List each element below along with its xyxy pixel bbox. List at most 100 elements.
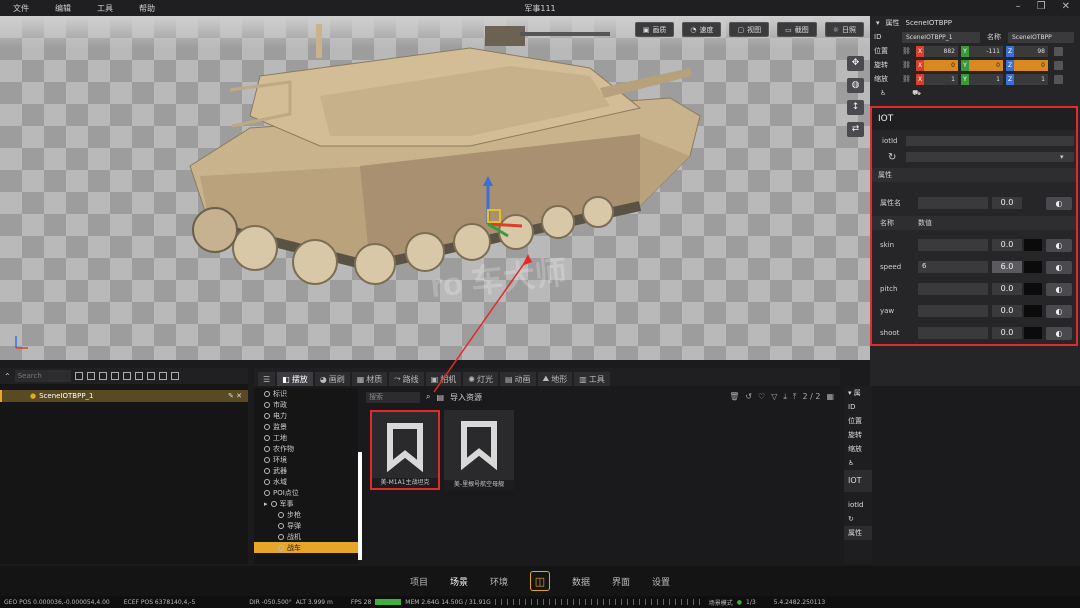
tree-item[interactable]: 水域	[254, 476, 358, 487]
tree-item[interactable]: POI点位	[254, 487, 358, 498]
walk-icon[interactable]: ♿	[880, 89, 886, 97]
tab-tools[interactable]: ▥ 工具	[574, 372, 610, 386]
move-icon[interactable]: ✥	[847, 56, 864, 71]
toggle-icon[interactable]: ●	[737, 599, 742, 606]
menu-help[interactable]: 帮助	[139, 3, 155, 14]
tree-item[interactable]: 标识	[254, 388, 358, 399]
vehicle-icon[interactable]: ⛟	[912, 89, 921, 98]
delete-icon[interactable]: 🗑	[729, 392, 739, 402]
outliner-search[interactable]: Search	[14, 370, 71, 382]
download-icon[interactable]: ⤓	[783, 392, 787, 402]
menu-tools[interactable]: 工具	[97, 3, 113, 14]
palette-icon[interactable]: ◐	[1046, 326, 1072, 340]
tree-item[interactable]: 导弹	[254, 520, 358, 531]
scale-y[interactable]: 1	[969, 73, 1003, 85]
tab-animation[interactable]: ▤ 动画	[499, 372, 536, 386]
attr-name-value[interactable]: 0.0	[992, 197, 1022, 209]
tree-item[interactable]: 武器	[254, 465, 358, 476]
palette-icon[interactable]: ◐	[1046, 282, 1072, 296]
iot-dropdown[interactable]	[906, 152, 1074, 162]
tree-item[interactable]: 环境	[254, 454, 358, 465]
box-icon[interactable]	[122, 372, 131, 380]
globe-icon[interactable]: ◍	[847, 78, 864, 93]
tree-scrollbar[interactable]	[358, 452, 362, 560]
import-label[interactable]: 导入资源	[450, 392, 482, 403]
copy-icon[interactable]	[134, 372, 143, 380]
pos-z[interactable]: 98	[1014, 45, 1048, 57]
close-icon[interactable]: ✕	[1062, 1, 1070, 12]
list-icon[interactable]	[170, 372, 179, 380]
sunlight-button[interactable]: ☼ 日照	[824, 22, 864, 37]
walk-icon[interactable]: ♿	[844, 456, 872, 470]
lock-icon[interactable]	[1054, 60, 1063, 70]
palette-icon[interactable]: ◐	[1046, 238, 1072, 252]
attr-name-field[interactable]	[918, 197, 988, 209]
menu-edit[interactable]: 编辑	[55, 3, 71, 14]
tab-light[interactable]: ✺ 灯光	[463, 372, 498, 386]
rot-x[interactable]: 0	[924, 59, 958, 71]
favorite-icon[interactable]: ♡	[758, 392, 765, 402]
tree-item-selected[interactable]: 战车	[254, 542, 358, 553]
id-field[interactable]: SceneIOTBPP_1	[902, 31, 980, 43]
tab-material[interactable]: ▦ 材质	[351, 372, 388, 386]
expand-icon[interactable]	[98, 372, 107, 380]
tab-camera[interactable]: ▣ 相机	[425, 372, 462, 386]
rot-z[interactable]: 0	[1014, 59, 1048, 71]
refresh-icon[interactable]: ↻	[844, 512, 872, 526]
menu-icon[interactable]: ☰	[258, 372, 276, 386]
scale-x[interactable]: 1	[924, 73, 958, 85]
3d-viewport[interactable]: ro 车大师 ▣ 画质 ◔ 速度 ▢ 视图 ▭ 截图 ☼ 日照 ✥ ◍ ↕ ⇄	[0, 16, 870, 360]
tab-route[interactable]: ⤳ 路线	[389, 372, 424, 386]
nav-settings[interactable]: 设置	[652, 575, 670, 588]
pin-icon[interactable]: ↕	[847, 100, 864, 115]
collapse-icon[interactable]: ▾	[876, 19, 880, 27]
outliner-selected-item[interactable]: ● SceneIOTBPP_1 ✎ ✕	[0, 390, 248, 402]
tree-item-military[interactable]: ▸ 军事	[254, 498, 358, 509]
tab-place[interactable]: ◧ 摆放	[277, 372, 313, 386]
palette-icon[interactable]: ◐	[1046, 260, 1072, 274]
tree-item[interactable]: 农作物	[254, 443, 358, 454]
camera-switch-icon[interactable]: ⇄	[847, 122, 864, 137]
nav-scene[interactable]: 场景	[450, 575, 468, 588]
nav-data[interactable]: 数据	[572, 575, 590, 588]
camera-icon[interactable]	[110, 372, 119, 380]
asset-card[interactable]: 美-M1A1主战坦克	[370, 410, 440, 490]
link-icon[interactable]	[86, 372, 95, 380]
nav-interface[interactable]: 界面	[612, 575, 630, 588]
undo-icon[interactable]: ↺	[745, 392, 752, 402]
iotid-field[interactable]	[906, 136, 1074, 146]
pos-y[interactable]: -111	[969, 45, 1003, 57]
menu-file[interactable]: 文件	[13, 3, 29, 14]
refresh-icon[interactable]	[74, 372, 83, 380]
palette-icon[interactable]: ◐	[1046, 196, 1072, 210]
frame-icon[interactable]	[146, 372, 155, 380]
tab-brush[interactable]: ◕ 画刷	[314, 372, 350, 386]
scale-z[interactable]: 1	[1014, 73, 1048, 85]
tree-item[interactable]: 步枪	[254, 509, 358, 520]
nav-project[interactable]: 项目	[410, 575, 428, 588]
nav-environment[interactable]: 环境	[490, 575, 508, 588]
speed-button[interactable]: ◔ 速度	[682, 22, 722, 37]
screenshot-button[interactable]: ▭ 截图	[777, 22, 817, 37]
rot-y[interactable]: 0	[969, 59, 1003, 71]
tree-item[interactable]: 市政	[254, 399, 358, 410]
import-icon[interactable]: ▤	[436, 393, 444, 402]
app-logo-icon[interactable]: ◫	[530, 571, 550, 591]
view-button[interactable]: ▢ 视图	[729, 22, 770, 37]
timeline-ruler[interactable]	[494, 599, 705, 605]
upload-icon[interactable]: ⤒	[793, 392, 797, 402]
name-field[interactable]: SceneIOTBPP	[1008, 31, 1074, 43]
quality-button[interactable]: ▣ 画质	[634, 22, 675, 37]
filter-icon[interactable]: ▽	[771, 392, 777, 402]
grid-icon[interactable]	[158, 372, 167, 380]
search-icon[interactable]: ⌕	[426, 392, 430, 402]
chevron-up-icon[interactable]: ⌃	[4, 372, 11, 381]
tree-item[interactable]: 电力	[254, 410, 358, 421]
pos-x[interactable]: 882	[924, 45, 958, 57]
reset-icon[interactable]	[1054, 74, 1063, 84]
tree-item[interactable]: 战机	[254, 531, 358, 542]
lock-icon[interactable]	[1054, 46, 1063, 56]
refresh-icon[interactable]: ↻	[888, 152, 896, 163]
asset-card[interactable]: 美-里根号航空母舰	[444, 410, 514, 490]
grid-icon[interactable]: ▦	[826, 392, 834, 402]
